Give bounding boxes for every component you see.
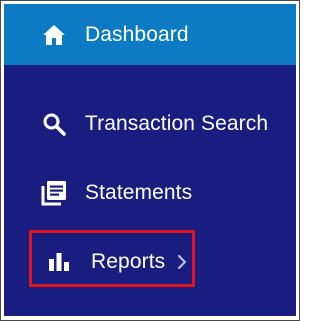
nav-item-transaction-search[interactable]: Transaction Search — [4, 94, 296, 154]
screenshot-frame: Dashboard Transaction Search Statements … — [0, 0, 300, 321]
nav-item-statements[interactable]: Statements — [4, 163, 296, 223]
nav-item-reports[interactable]: Reports — [4, 232, 296, 292]
statements-icon — [40, 180, 68, 206]
nav-item-label: Dashboard — [85, 22, 189, 46]
nav-item-label: Statements — [85, 181, 193, 204]
search-icon — [40, 112, 68, 136]
sidebar-nav: Dashboard Transaction Search Statements … — [4, 4, 296, 316]
nav-item-label: Transaction Search — [85, 112, 269, 135]
chevron-right-icon[interactable] — [177, 254, 187, 270]
home-icon — [40, 24, 68, 46]
bar-chart-icon — [45, 251, 73, 273]
nav-item-label: Reports — [91, 250, 166, 273]
nav-item-dashboard[interactable]: Dashboard — [4, 4, 296, 65]
